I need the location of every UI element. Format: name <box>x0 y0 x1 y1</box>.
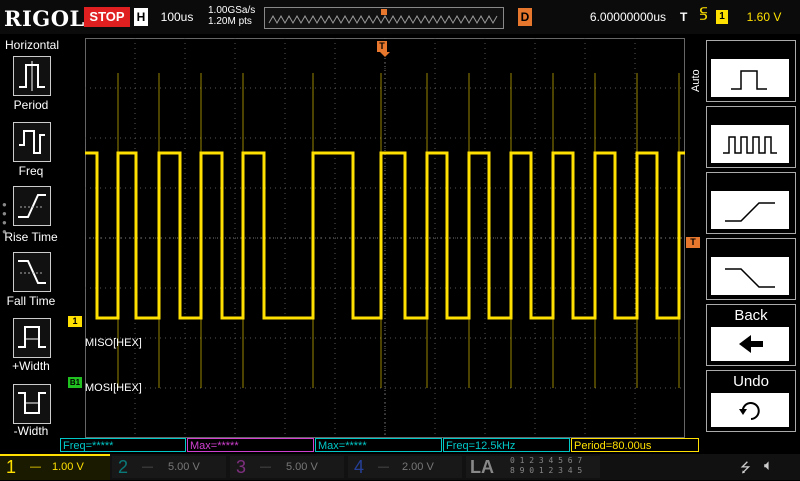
freq-label: Freq <box>18 164 44 178</box>
waveform-display[interactable] <box>85 38 685 438</box>
trigger-source-badge: 1 <box>716 10 728 24</box>
period-button[interactable] <box>13 56 51 96</box>
falling-edge-icon <box>725 268 775 288</box>
channel2-scale: 5.00 V <box>168 461 200 473</box>
negative-width-button[interactable] <box>13 384 51 424</box>
positive-width-label: +Width <box>12 359 50 373</box>
channel4-scale: 2.00 V <box>402 461 434 473</box>
auto-label: Auto <box>690 69 702 92</box>
fall-time-icon <box>18 260 46 284</box>
horizontal-label: H <box>134 8 148 26</box>
trigger-position-arrow <box>380 52 390 57</box>
measure-menu-title: Horizontal <box>4 38 60 52</box>
memory-overview-waveform <box>268 9 498 25</box>
channel1-scale: 1.00 V <box>52 461 84 473</box>
freq-icon <box>19 130 45 154</box>
rise-time-button[interactable] <box>13 186 51 226</box>
fall-time-button[interactable] <box>13 252 51 292</box>
la-label: LA <box>470 457 494 477</box>
negative-width-icon <box>18 392 46 414</box>
horizontal-scale-value[interactable]: 100us <box>152 8 202 26</box>
back-button[interactable]: Back <box>706 304 796 366</box>
sample-rate: 1.00GSa/s <box>208 5 256 16</box>
la-row-2: 8 9 0 1 2 3 4 5 <box>510 466 583 475</box>
rise-time-label: Rise Time <box>4 230 58 244</box>
rise-time-icon <box>18 194 46 218</box>
acquisition-info: 1.00GSa/s 1.20M pts <box>208 5 255 27</box>
positive-width-button[interactable] <box>13 318 51 358</box>
mute-speaker-icon[interactable]: 🔈︎ <box>764 457 773 474</box>
negative-width-label: -Width <box>13 424 49 438</box>
period-icon <box>19 61 45 91</box>
channel2-coupling-icon: — <box>142 461 153 473</box>
undo-label: Undo <box>733 373 769 390</box>
trigger-level-marker[interactable]: T <box>686 237 700 248</box>
rigol-logo: RIGOL <box>4 6 85 31</box>
delay-label: D <box>518 8 532 26</box>
mosi-bus-label: MOSI[HEX] <box>85 382 142 394</box>
softkey-single-pulse[interactable] <box>706 40 796 102</box>
channel3-scale: 5.00 V <box>286 461 318 473</box>
channel1-number: 1 <box>6 457 17 477</box>
delay-value[interactable]: 6.00000000us <box>536 8 666 26</box>
channel3-coupling-icon: — <box>260 461 271 473</box>
miso-bus-label: MISO[HEX] <box>85 337 142 349</box>
freq-button[interactable] <box>13 122 51 162</box>
back-label: Back <box>734 307 768 324</box>
back-arrow-icon <box>739 335 763 353</box>
trigger-position-marker[interactable]: T <box>377 41 387 52</box>
measurement-3[interactable]: Max=***** <box>315 438 442 452</box>
channel1-offset-marker[interactable]: 1 <box>68 316 82 327</box>
channel4-coupling-icon: — <box>378 461 389 473</box>
channel1-coupling-icon: — <box>30 461 41 473</box>
channel3-number: 3 <box>236 457 247 477</box>
channel2-number: 2 <box>118 457 129 477</box>
period-label: Period <box>13 98 49 112</box>
softkey-pulse-train[interactable] <box>706 106 796 168</box>
softkey-falling-edge[interactable] <box>706 238 796 300</box>
positive-width-icon <box>18 326 46 348</box>
run-stop-status[interactable]: STOP <box>84 7 130 27</box>
memory-overview-strip[interactable] <box>264 7 504 29</box>
measurement-5[interactable]: Period=80.00us <box>571 438 699 452</box>
usb-icon: ⭍ <box>740 460 751 475</box>
fall-time-label: Fall Time <box>6 294 56 308</box>
trigger-slope-icon: ⫓ <box>700 6 708 23</box>
measurement-2[interactable]: Max=***** <box>187 438 314 452</box>
memory-depth: 1.20M pts <box>208 16 252 27</box>
measurement-1[interactable]: Freq=***** <box>60 438 186 452</box>
la-row-1: 0 1 2 3 4 5 6 7 <box>510 456 583 465</box>
softkey-rising-edge[interactable] <box>706 172 796 234</box>
undo-button[interactable]: Undo <box>706 370 796 432</box>
single-pulse-icon <box>731 70 767 90</box>
undo-icon <box>739 402 760 420</box>
trigger-label: T <box>680 10 688 24</box>
trigger-level-value[interactable]: 1.60 V <box>736 8 792 26</box>
la-channel-map: 0 1 2 3 4 5 6 7 8 9 0 1 2 3 4 5 <box>510 456 582 476</box>
measurement-4[interactable]: Freq=12.5kHz <box>443 438 570 452</box>
pulse-train-icon <box>723 136 777 154</box>
channel4-number: 4 <box>354 457 365 477</box>
bus1-marker[interactable]: B1 <box>68 377 82 388</box>
rising-edge-icon <box>725 202 775 222</box>
